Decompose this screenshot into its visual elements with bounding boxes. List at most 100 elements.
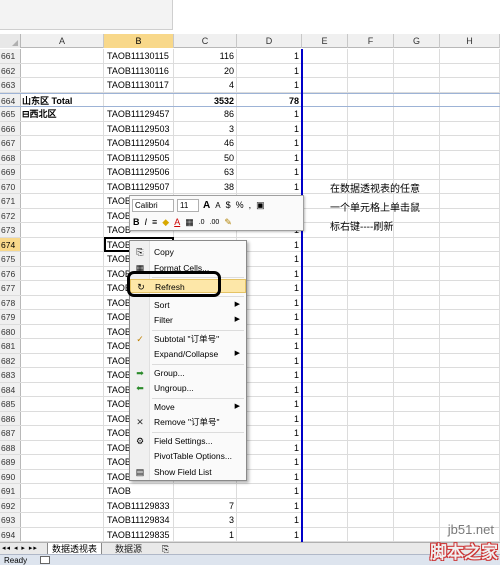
cell-e[interactable] [302,527,348,541]
menu-item-pivottable-options[interactable]: PivotTable Options... [130,449,246,463]
cell-d[interactable]: 1 [237,150,302,164]
menu-item-group[interactable]: ➡ Group... [130,366,246,380]
cell-h[interactable] [440,339,500,353]
cell-h[interactable] [440,281,500,295]
column-header-f[interactable]: F [348,34,394,48]
macro-record-icon[interactable] [40,556,50,564]
cell-h[interactable] [440,498,500,512]
cell-c[interactable]: 86 [174,107,237,121]
cell-a[interactable] [21,455,104,469]
cell-d[interactable]: 1 [237,78,302,92]
cell-h[interactable] [440,93,500,106]
cell-c[interactable]: 116 [174,49,237,63]
cell-a[interactable] [21,136,104,150]
italic-button[interactable]: I [144,216,149,229]
cell-e[interactable] [302,513,348,527]
cell-g[interactable] [394,353,440,367]
cell-h[interactable] [440,107,500,121]
cell-g[interactable] [394,136,440,150]
cell-h[interactable] [440,310,500,324]
cell-a[interactable] [21,426,104,440]
cell-d[interactable]: 1 [237,484,302,498]
menu-item-subtotal[interactable]: ✓ Subtotal "订单号" [130,332,246,346]
cell-e[interactable] [302,310,348,324]
menu-item-show-field-list[interactable]: ▤ Show Field List [130,465,246,479]
paint-brush-icon[interactable]: ✎ [223,216,233,229]
row-number[interactable]: 666 [0,121,21,135]
row-number[interactable]: 684 [0,382,21,396]
row-number[interactable]: 688 [0,440,21,454]
cell-h[interactable] [440,397,500,411]
row-number[interactable]: 683 [0,368,21,382]
cell-g[interactable] [394,93,440,106]
cell-f[interactable] [348,237,394,251]
cell-b[interactable]: TAOB11129504 [104,136,174,150]
cell-d[interactable]: 1 [237,179,302,193]
font-color-button[interactable]: A [173,216,181,229]
row-number[interactable]: 663 [0,78,21,92]
cell-b[interactable]: TAOB11129833 [104,498,174,512]
cell-h[interactable] [440,368,500,382]
row-number[interactable]: 670 [0,179,21,193]
column-header-a[interactable]: A [21,34,104,48]
cell-h[interactable] [440,295,500,309]
cell-f[interactable] [348,165,394,179]
column-header-b[interactable]: B [104,34,174,48]
cell-a[interactable] [21,469,104,483]
cell-a[interactable] [21,78,104,92]
cell-a[interactable] [21,440,104,454]
cell-g[interactable] [394,382,440,396]
cell-e[interactable] [302,440,348,454]
row-number[interactable]: 669 [0,165,21,179]
cell-g[interactable] [394,237,440,251]
cell-f[interactable] [348,78,394,92]
cell-d[interactable]: 1 [237,121,302,135]
cell-f[interactable] [348,310,394,324]
cell-e[interactable] [302,93,348,106]
row-number[interactable]: 664 [0,93,21,106]
cell-a[interactable] [21,281,104,295]
cell-h[interactable] [440,252,500,266]
cell-a[interactable] [21,121,104,135]
cell-g[interactable] [394,440,440,454]
cell-h[interactable] [440,165,500,179]
cell-a[interactable] [21,353,104,367]
cell-e[interactable] [302,266,348,280]
cell-d[interactable]: 1 [237,49,302,63]
cell-d[interactable]: 1 [237,136,302,150]
cell-g[interactable] [394,397,440,411]
row-number[interactable]: 691 [0,484,21,498]
row-number[interactable]: 681 [0,339,21,353]
cell-e[interactable] [302,339,348,353]
row-number[interactable]: 676 [0,266,21,280]
cell-b[interactable]: TAOB11130116 [104,63,174,77]
cell-a[interactable] [21,368,104,382]
cell-b[interactable]: TAOB11129835 [104,527,174,541]
cell-e[interactable] [302,484,348,498]
cell-a[interactable] [21,252,104,266]
row-number[interactable]: 662 [0,63,21,77]
column-header-c[interactable]: C [174,34,237,48]
cell-e[interactable] [302,469,348,483]
cell-h[interactable] [440,136,500,150]
cell-g[interactable] [394,121,440,135]
cell-d[interactable]: 1 [237,63,302,77]
column-header-g[interactable]: G [394,34,440,48]
menu-item-expand-collapse[interactable]: Expand/Collapse ▶ [130,347,246,361]
menu-item-move[interactable]: Move ▶ [130,400,246,414]
cell-d[interactable]: 1 [237,513,302,527]
cell-b[interactable]: TAOB11130117 [104,78,174,92]
row-number[interactable]: 675 [0,252,21,266]
cell-a[interactable] [21,310,104,324]
row-number[interactable]: 693 [0,513,21,527]
font-size-select[interactable]: 11 [177,198,199,212]
cell-b[interactable]: TAOB [104,484,174,498]
row-number[interactable]: 686 [0,411,21,425]
cell-f[interactable] [348,281,394,295]
cell-e[interactable] [302,368,348,382]
cell-g[interactable] [394,107,440,121]
cell-g[interactable] [394,63,440,77]
menu-item-filter[interactable]: Filter ▶ [130,313,246,327]
cell-d[interactable]: 1 [237,165,302,179]
cell-e[interactable] [302,252,348,266]
